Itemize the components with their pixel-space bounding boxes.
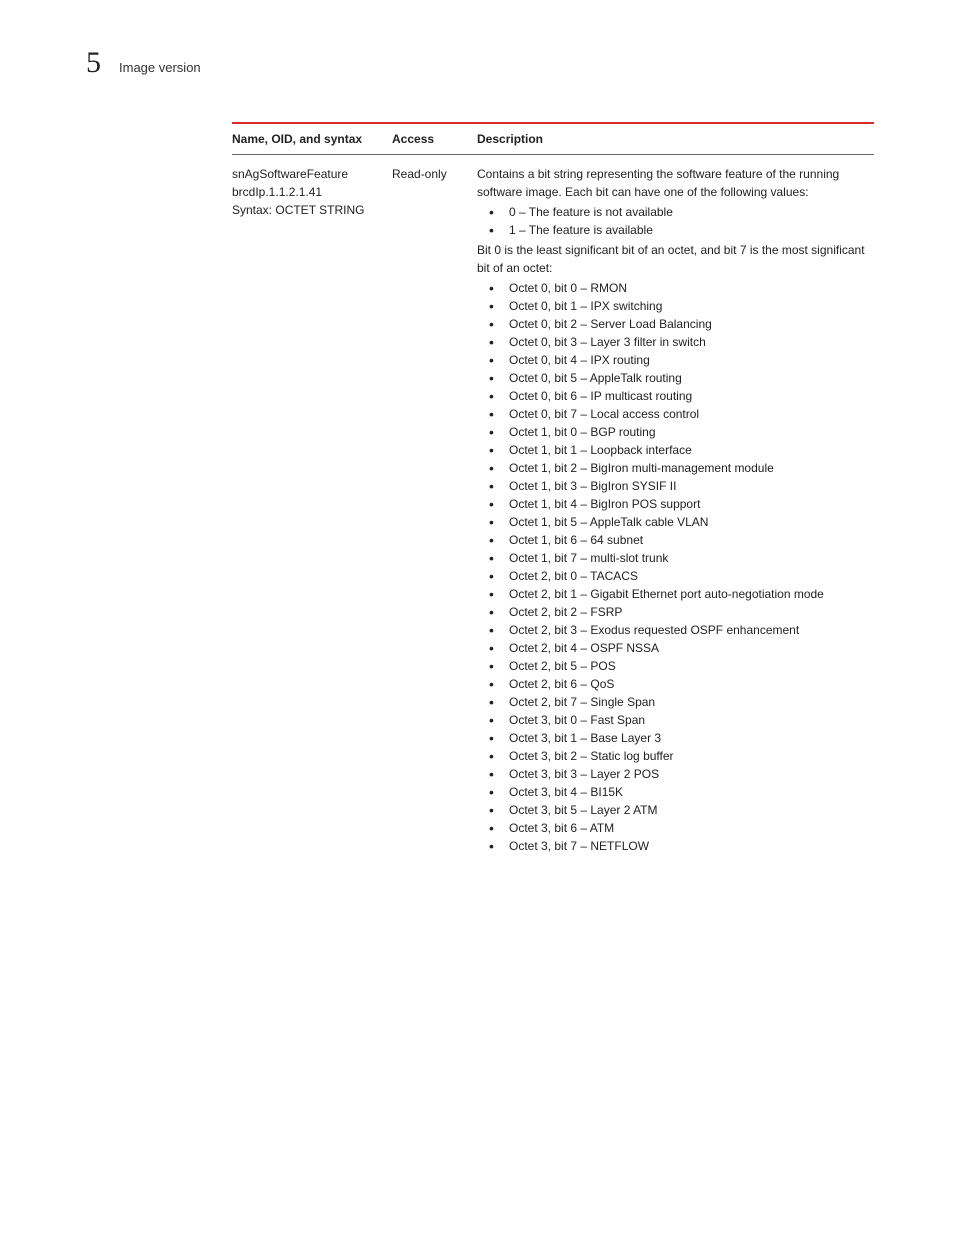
list-item: Octet 2, bit 1 – Gigabit Ethernet port a… — [483, 585, 874, 603]
list-item: Octet 0, bit 1 – IPX switching — [483, 297, 874, 315]
list-item: Octet 3, bit 4 – BI15K — [483, 783, 874, 801]
document-page: 5 Image version Name, OID, and syntax Ac… — [0, 0, 954, 929]
list-item: Octet 2, bit 5 – POS — [483, 657, 874, 675]
list-item: Octet 3, bit 7 – NETFLOW — [483, 837, 874, 855]
list-item: 1 – The feature is available — [483, 221, 874, 239]
list-item: Octet 3, bit 0 – Fast Span — [483, 711, 874, 729]
oid-syntax: Syntax: OCTET STRING — [232, 201, 384, 219]
list-item: Octet 0, bit 2 – Server Load Balancing — [483, 315, 874, 333]
list-item: Octet 0, bit 7 – Local access control — [483, 405, 874, 423]
th-description: Description — [477, 132, 874, 146]
list-item: Octet 3, bit 6 – ATM — [483, 819, 874, 837]
list-item: Octet 3, bit 2 – Static log buffer — [483, 747, 874, 765]
list-item: Octet 1, bit 6 – 64 subnet — [483, 531, 874, 549]
desc-intro: Contains a bit string representing the s… — [477, 165, 874, 201]
list-item: 0 – The feature is not available — [483, 203, 874, 221]
chapter-title: Image version — [119, 60, 201, 75]
list-item: Octet 1, bit 2 – BigIron multi-managemen… — [483, 459, 874, 477]
cell-description: Contains a bit string representing the s… — [477, 165, 874, 857]
list-item: Octet 1, bit 3 – BigIron SYSIF II — [483, 477, 874, 495]
table-header-row: Name, OID, and syntax Access Description — [232, 124, 874, 155]
cell-access: Read-only — [392, 165, 477, 183]
list-item: Octet 2, bit 4 – OSPF NSSA — [483, 639, 874, 657]
list-item: Octet 2, bit 6 – QoS — [483, 675, 874, 693]
th-name: Name, OID, and syntax — [232, 132, 392, 146]
desc-bit-note: Bit 0 is the least significant bit of an… — [477, 241, 874, 277]
list-item: Octet 1, bit 1 – Loopback interface — [483, 441, 874, 459]
th-access: Access — [392, 132, 477, 146]
cell-name: snAgSoftwareFeature brcdIp.1.1.2.1.41 Sy… — [232, 165, 392, 219]
list-item: Octet 0, bit 6 – IP multicast routing — [483, 387, 874, 405]
list-item: Octet 3, bit 3 – Layer 2 POS — [483, 765, 874, 783]
list-item: Octet 1, bit 7 – multi-slot trunk — [483, 549, 874, 567]
list-item: Octet 3, bit 5 – Layer 2 ATM — [483, 801, 874, 819]
list-item: Octet 3, bit 1 – Base Layer 3 — [483, 729, 874, 747]
reference-table: Name, OID, and syntax Access Description… — [232, 122, 874, 869]
list-item: Octet 0, bit 5 – AppleTalk routing — [483, 369, 874, 387]
list-item: Octet 0, bit 3 – Layer 3 filter in switc… — [483, 333, 874, 351]
list-item: Octet 2, bit 3 – Exodus requested OSPF e… — [483, 621, 874, 639]
list-item: Octet 1, bit 4 – BigIron POS support — [483, 495, 874, 513]
oid-path: brcdIp.1.1.2.1.41 — [232, 183, 384, 201]
list-item: Octet 1, bit 5 – AppleTalk cable VLAN — [483, 513, 874, 531]
list-item: Octet 0, bit 4 – IPX routing — [483, 351, 874, 369]
octet-list: Octet 0, bit 0 – RMONOctet 0, bit 1 – IP… — [477, 279, 874, 855]
list-item: Octet 2, bit 7 – Single Span — [483, 693, 874, 711]
table-row: snAgSoftwareFeature brcdIp.1.1.2.1.41 Sy… — [232, 155, 874, 869]
list-item: Octet 0, bit 0 – RMON — [483, 279, 874, 297]
oid-name: snAgSoftwareFeature — [232, 165, 384, 183]
chapter-number: 5 — [86, 48, 101, 78]
list-item: Octet 2, bit 0 – TACACS — [483, 567, 874, 585]
list-item: Octet 2, bit 2 – FSRP — [483, 603, 874, 621]
list-item: Octet 1, bit 0 – BGP routing — [483, 423, 874, 441]
page-header: 5 Image version — [86, 48, 874, 78]
value-list: 0 – The feature is not available1 – The … — [477, 203, 874, 239]
